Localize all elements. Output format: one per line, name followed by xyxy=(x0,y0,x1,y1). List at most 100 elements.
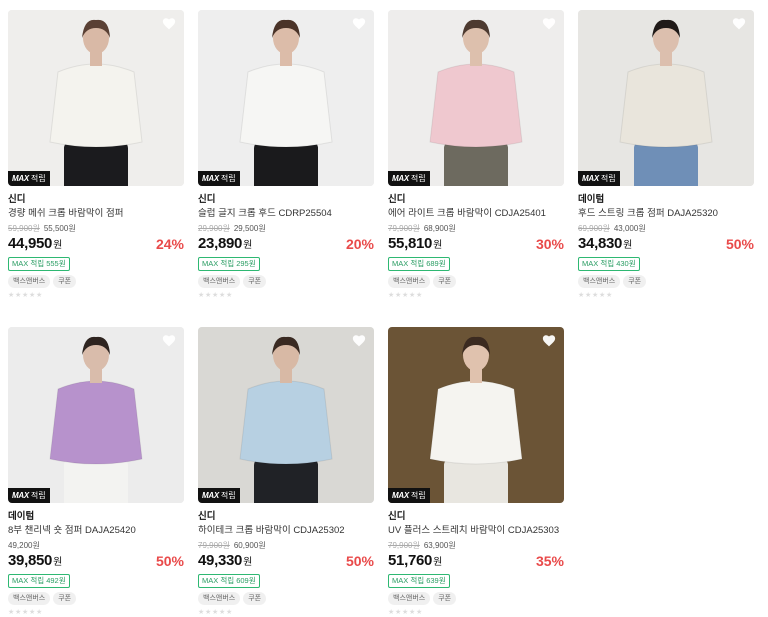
benefit-badge: 쿠폰 xyxy=(623,275,647,288)
price-row: 49,330원 50% xyxy=(198,552,374,570)
product-card[interactable]: MAX 적립 신디 에어 라이트 크롭 바람막이 CDJA25401 79,900원 68… xyxy=(388,10,564,299)
product-image[interactable]: MAX 적립 xyxy=(8,327,184,503)
product-brand[interactable]: 신디 xyxy=(198,511,374,523)
product-card[interactable]: MAX 적립데이텀후드 스트링 크롭 점퍼 DAJA25320 69,900원 43,… xyxy=(578,10,754,299)
rating-stars: ★ ★ ★ ★ ★ xyxy=(578,292,754,299)
list-price: 79,900원 xyxy=(198,541,230,550)
price-row: 39,850원 50% xyxy=(8,552,184,570)
benefit-badge: 백스앤버스 xyxy=(388,592,431,605)
product-card[interactable]: MAX 적립데이텀 8부 챈리넥 숏 점퍼 DAJA25420 49,200원 39,8… xyxy=(8,327,184,616)
original-price-row: 69,900원 43,000원 xyxy=(578,224,754,234)
product-name[interactable]: 8부 챈리넥 숏 점퍼 DAJA25420 xyxy=(8,525,184,537)
star-icon: ★ xyxy=(226,609,233,616)
benefit-badges: 백스앤버스 쿠폰 xyxy=(198,592,374,605)
heart-icon[interactable] xyxy=(162,17,176,30)
product-card[interactable]: MAX 적립 신디 하이테크 크롭 바람막이 CDJA25302 79,900원 60,9… xyxy=(198,327,374,616)
product-name[interactable]: 후드 스트링 크롭 점퍼 DAJA25320 xyxy=(578,208,754,220)
product-brand[interactable]: 데이텀 xyxy=(8,511,184,523)
benefit-badge: 쿠폰 xyxy=(433,275,457,288)
rating-stars: ★ ★ ★ ★ ★ xyxy=(388,292,564,299)
max-points-badge: MAX 적립 295원 xyxy=(198,257,260,271)
star-icon: ★ xyxy=(198,292,205,299)
product-brand[interactable]: 데이텀 xyxy=(578,194,754,206)
star-icon: ★ xyxy=(198,609,205,616)
star-icon: ★ xyxy=(416,292,423,299)
star-icon: ★ xyxy=(22,292,29,299)
star-icon: ★ xyxy=(36,609,43,616)
max-tag-label: 적립 xyxy=(410,174,426,183)
product-image[interactable]: MAX 적립 xyxy=(198,327,374,503)
star-icon: ★ xyxy=(15,609,22,616)
max-tag-label: 적립 xyxy=(30,174,46,183)
product-image[interactable]: MAX 적립 xyxy=(198,10,374,186)
list-price: 29,900원 xyxy=(198,224,230,233)
product-name[interactable]: 슬럽 글지 크롭 후드 CDRP25504 xyxy=(198,208,374,220)
product-brand[interactable]: 신디 xyxy=(388,194,564,206)
member-price: 29,500원 xyxy=(233,224,266,233)
currency-unit: 원 xyxy=(243,240,253,251)
benefit-badge: 쿠폰 xyxy=(53,592,77,605)
heart-icon[interactable] xyxy=(352,17,366,30)
star-icon: ★ xyxy=(226,292,233,299)
star-icon: ★ xyxy=(592,292,599,299)
sale-price: 23,890 xyxy=(198,235,243,252)
member-price: 63,900원 xyxy=(423,541,456,550)
model-photo xyxy=(388,10,564,186)
product-name[interactable]: 에어 라이트 크롭 바람막이 CDJA25401 xyxy=(388,208,564,220)
benefit-badges: 백스앤버스 쿠폰 xyxy=(198,275,374,288)
product-name[interactable]: 경량 메쉬 크롭 바람막이 점퍼 xyxy=(8,208,184,220)
original-price-row: 49,200원 xyxy=(8,541,184,551)
benefit-badges: 백스앤버스 쿠폰 xyxy=(8,275,184,288)
heart-icon[interactable] xyxy=(542,334,556,347)
benefit-badge: 쿠폰 xyxy=(53,275,77,288)
star-icon: ★ xyxy=(205,292,212,299)
max-points-badge: MAX 적립 609원 xyxy=(198,574,260,588)
star-icon: ★ xyxy=(409,609,416,616)
benefit-badges: 백스앤버스 쿠폰 xyxy=(8,592,184,605)
product-card[interactable]: MAX 적립신디 UV 플러스 스트레치 바람막이 CDJA25303 79,900원… xyxy=(388,327,564,616)
heart-icon[interactable] xyxy=(732,17,746,30)
price-row: 23,890원 20% xyxy=(198,235,374,253)
benefit-badge: 백스앤버스 xyxy=(578,275,621,288)
product-card[interactable]: MAX 적립신디경량 메쉬 크롭 바람막이 점퍼 59,900원 55,500원 44,… xyxy=(8,10,184,299)
heart-icon[interactable] xyxy=(542,17,556,30)
max-points-tag: MAX 적립 xyxy=(388,488,430,503)
currency-unit: 원 xyxy=(433,557,443,568)
list-price: 69,900원 xyxy=(578,224,610,233)
price-row: 51,760원 35% xyxy=(388,552,564,570)
discount-rate: 50% xyxy=(155,553,184,569)
product-name[interactable]: UV 플러스 스트레치 바람막이 CDJA25303 xyxy=(388,525,564,537)
star-icon: ★ xyxy=(395,609,402,616)
sale-price: 51,760 xyxy=(388,552,433,569)
price-row: 44,950원 24% xyxy=(8,235,184,253)
original-price-row: 59,900원 55,500원 xyxy=(8,224,184,234)
member-price: 55,500원 xyxy=(43,224,76,233)
benefit-badge: 백스앤버스 xyxy=(388,275,431,288)
product-card[interactable]: MAX 적립신디슬럽 글지 크롭 후드 CDRP25504 29,900원 29,50… xyxy=(198,10,374,299)
rating-stars: ★ ★ ★ ★ ★ xyxy=(388,609,564,616)
max-logo: MAX xyxy=(202,174,219,183)
rating-stars: ★ ★ ★ ★ ★ xyxy=(8,609,184,616)
product-brand[interactable]: 신디 xyxy=(388,511,564,523)
product-name[interactable]: 하이테크 크롭 바람막이 CDJA25302 xyxy=(198,525,374,537)
max-tag-label: 적립 xyxy=(220,174,236,183)
product-image[interactable]: MAX 적립 xyxy=(8,10,184,186)
max-points-badge: MAX 적립 639원 xyxy=(388,574,450,588)
heart-icon[interactable] xyxy=(162,334,176,347)
sale-price: 55,810 xyxy=(388,235,433,252)
product-image[interactable]: MAX 적립 xyxy=(388,327,564,503)
product-image[interactable]: MAX 적립 xyxy=(578,10,754,186)
heart-icon[interactable] xyxy=(352,334,366,347)
discount-rate: 30% xyxy=(535,236,564,252)
sale-price: 44,950 xyxy=(8,235,53,252)
model-photo xyxy=(8,10,184,186)
product-image[interactable]: MAX 적립 xyxy=(388,10,564,186)
star-icon: ★ xyxy=(219,292,226,299)
product-brand[interactable]: 신디 xyxy=(198,194,374,206)
currency-unit: 원 xyxy=(433,240,443,251)
model-photo xyxy=(198,327,374,503)
max-tag-label: 적립 xyxy=(410,491,426,500)
star-icon: ★ xyxy=(29,292,36,299)
product-brand[interactable]: 신디 xyxy=(8,194,184,206)
list-price: 79,900원 xyxy=(388,541,420,550)
